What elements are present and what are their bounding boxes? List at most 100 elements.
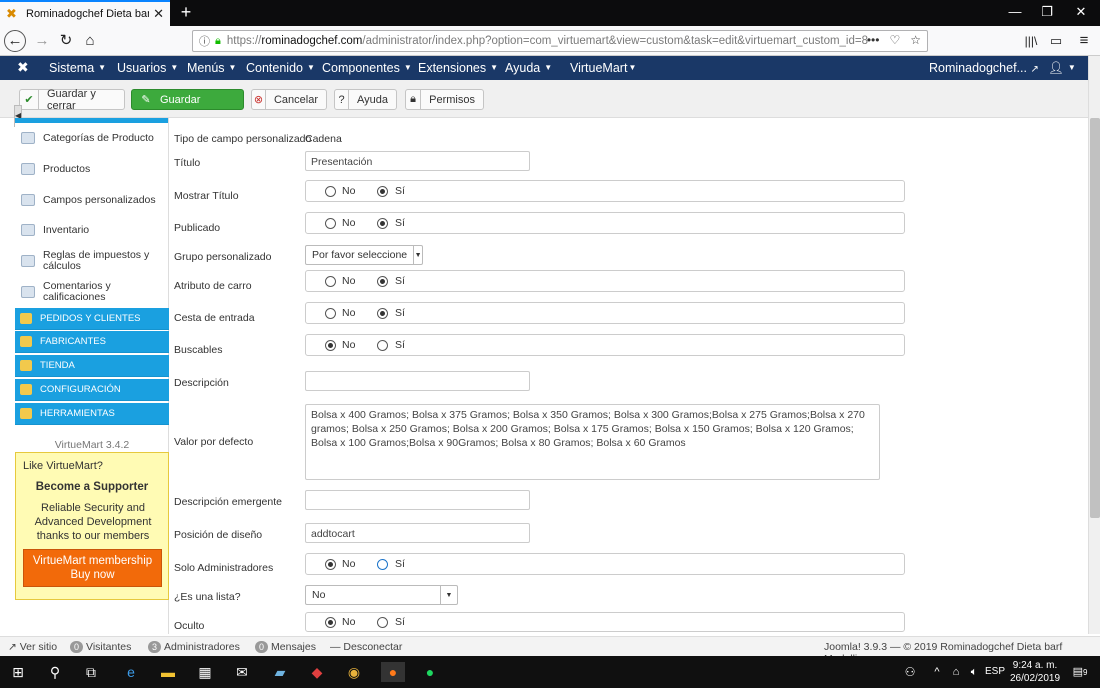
- cancel-button[interactable]: ⊗ Cancelar: [251, 89, 327, 110]
- user-site-link[interactable]: Rominadogchef... ↗: [929, 61, 1039, 75]
- status-label: Desconectar: [343, 641, 403, 653]
- hamburger-menu-icon[interactable]: ≡: [1073, 30, 1095, 52]
- menu-virtuemart[interactable]: VirtueMart▼: [570, 61, 636, 75]
- volume-icon[interactable]: 🔈︎: [962, 662, 986, 682]
- save-close-button[interactable]: ✔ Guardar y cerrar: [19, 88, 125, 112]
- sidebar-section-tools[interactable]: HERRAMIENTAS: [15, 403, 169, 425]
- mail-icon[interactable]: ✉: [230, 662, 254, 682]
- sidebar-item-inventory[interactable]: Inventario: [15, 224, 169, 236]
- notifications-icon[interactable]: ▤9: [1068, 662, 1092, 682]
- user-menu-icon[interactable]: 👤︎ ▼: [1048, 61, 1076, 76]
- cart-attribute-no-radio[interactable]: [325, 276, 336, 287]
- site-favicon-icon: ✖: [6, 6, 17, 21]
- menu-extensiones[interactable]: Extensiones ▼: [418, 61, 498, 75]
- show-title-yes-radio[interactable]: [377, 186, 388, 197]
- joomla-logo-icon[interactable]: ✖: [17, 59, 29, 76]
- config-icon: [20, 384, 32, 395]
- chrome-icon[interactable]: ◉: [342, 662, 366, 682]
- sidebar-section-config[interactable]: CONFIGURACIÓN: [15, 379, 169, 401]
- permissions-button[interactable]: 🔒︎ Permisos: [405, 89, 484, 110]
- scrollbar-thumb[interactable]: [1090, 118, 1100, 518]
- app-icon[interactable]: ▰: [268, 662, 292, 682]
- hidden-no-radio[interactable]: [325, 617, 336, 628]
- logout-link[interactable]: — Desconectar: [330, 641, 402, 653]
- save-button[interactable]: ✎ Guardar: [131, 89, 244, 110]
- browser-tab[interactable]: ✖ Rominadogchef Dieta barf Med ✕: [0, 0, 170, 26]
- searchable-yes-radio[interactable]: [377, 340, 388, 351]
- searchable-no-radio[interactable]: [325, 340, 336, 351]
- shop-icon: [20, 360, 32, 371]
- home-icon[interactable]: ⌂: [79, 30, 101, 52]
- sidebar-item-label: Comentarios y calificaciones: [43, 280, 111, 303]
- new-tab-icon[interactable]: +: [176, 2, 196, 23]
- search-icon[interactable]: ⚲: [43, 662, 67, 682]
- pocket-icon[interactable]: ♡: [889, 33, 900, 47]
- sidebar-section-orders[interactable]: PEDIDOS Y CLIENTES: [15, 308, 169, 330]
- filezilla-icon[interactable]: ◆: [305, 662, 329, 682]
- close-window-icon[interactable]: ✕: [1066, 4, 1096, 20]
- menu-ayuda[interactable]: Ayuda ▼: [505, 61, 552, 75]
- description-input[interactable]: [305, 371, 530, 391]
- people-icon[interactable]: ⚇: [898, 662, 922, 682]
- language-indicator[interactable]: ESP: [985, 666, 1005, 677]
- menu-sistema[interactable]: Sistema ▼: [49, 61, 106, 75]
- view-site-link[interactable]: ↗ Ver sitio: [8, 641, 57, 653]
- title-input[interactable]: Presentación: [305, 151, 530, 171]
- sidebar-section-manufacturers[interactable]: FABRICANTES: [15, 331, 169, 353]
- sidebar-section-label: CONFIGURACIÓN: [40, 384, 121, 395]
- reload-icon[interactable]: ↻: [55, 30, 77, 52]
- close-tab-icon[interactable]: ✕: [153, 6, 164, 22]
- help-button[interactable]: ? Ayuda: [334, 89, 397, 110]
- membership-button[interactable]: VirtueMart membership Buy now: [23, 549, 162, 587]
- clock[interactable]: 9:24 a. m. 26/02/2019: [1010, 659, 1060, 685]
- hidden-yes-radio[interactable]: [377, 617, 388, 628]
- sidebar-item-tax-rules[interactable]: Reglas de impuestos y cálculos: [15, 250, 169, 272]
- info-icon[interactable]: ⓘ: [199, 33, 210, 49]
- library-icon[interactable]: |||\: [1020, 30, 1042, 52]
- spotify-icon[interactable]: ●: [418, 662, 442, 682]
- menu-contenido[interactable]: Contenido ▼: [246, 61, 315, 75]
- edge-icon[interactable]: e: [119, 662, 143, 682]
- minimize-icon[interactable]: —: [1000, 4, 1030, 19]
- radio-label: No: [342, 339, 356, 351]
- task-view-icon[interactable]: ⧉: [79, 662, 103, 682]
- layout-position-input[interactable]: addtocart: [305, 523, 530, 543]
- admin-only-yes-radio[interactable]: [377, 559, 388, 570]
- sidebar-section-shop[interactable]: TIENDA: [15, 355, 169, 377]
- back-icon[interactable]: ←: [4, 30, 26, 52]
- sidebar-item-products[interactable]: Productos: [15, 163, 169, 175]
- bookmark-star-icon[interactable]: ☆: [910, 33, 921, 47]
- menu-usuarios[interactable]: Usuarios ▼: [117, 61, 178, 75]
- admin-only-no-radio[interactable]: [325, 559, 336, 570]
- menu-menus[interactable]: Menús ▼: [187, 61, 236, 75]
- custom-group-select[interactable]: Por favor seleccione ▼: [305, 245, 423, 265]
- default-value-textarea[interactable]: Bolsa x 400 Gramos; Bolsa x 375 Gramos; …: [305, 404, 880, 480]
- is-list-select[interactable]: No ▼: [305, 585, 458, 605]
- clock-date: 26/02/2019: [1010, 673, 1061, 684]
- sidebar-item-categories[interactable]: Categorías de Producto: [15, 132, 169, 144]
- page-actions-icon[interactable]: •••: [867, 33, 880, 47]
- tooltip-input[interactable]: [305, 490, 530, 510]
- file-explorer-icon[interactable]: ▬: [156, 662, 180, 682]
- cart-input-yes-radio[interactable]: [377, 308, 388, 319]
- sidebar-item-custom-fields[interactable]: Campos personalizados: [15, 194, 169, 206]
- menu-componentes[interactable]: Componentes ▼: [322, 61, 412, 75]
- cart-input-no-radio[interactable]: [325, 308, 336, 319]
- restore-icon[interactable]: ❐: [1032, 4, 1062, 20]
- show-title-no-radio[interactable]: [325, 186, 336, 197]
- store-icon[interactable]: ▦: [193, 662, 217, 682]
- page-scrollbar[interactable]: [1088, 56, 1100, 634]
- cart-attribute-yes-radio[interactable]: [377, 276, 388, 287]
- published-no-radio[interactable]: [325, 218, 336, 229]
- sidebar-item-reviews[interactable]: Comentarios y calificaciones: [15, 281, 169, 303]
- forward-icon[interactable]: →: [31, 30, 53, 52]
- sidebar-item-label: Inventario: [43, 224, 90, 236]
- published-label: Publicado: [174, 222, 221, 234]
- url-bar[interactable]: ⓘ 🔒︎ https://rominadogchef.com/administr…: [192, 30, 928, 52]
- windows-start-icon[interactable]: ⊞: [6, 662, 30, 682]
- sidebar-toggle-icon[interactable]: ▭: [1045, 30, 1067, 52]
- published-yes-radio[interactable]: [377, 218, 388, 229]
- firefox-icon[interactable]: ●: [381, 662, 405, 682]
- tab-title: Rominadogchef Dieta barf Med: [26, 8, 150, 20]
- cart-attribute-radio-group: No Sí: [305, 270, 905, 292]
